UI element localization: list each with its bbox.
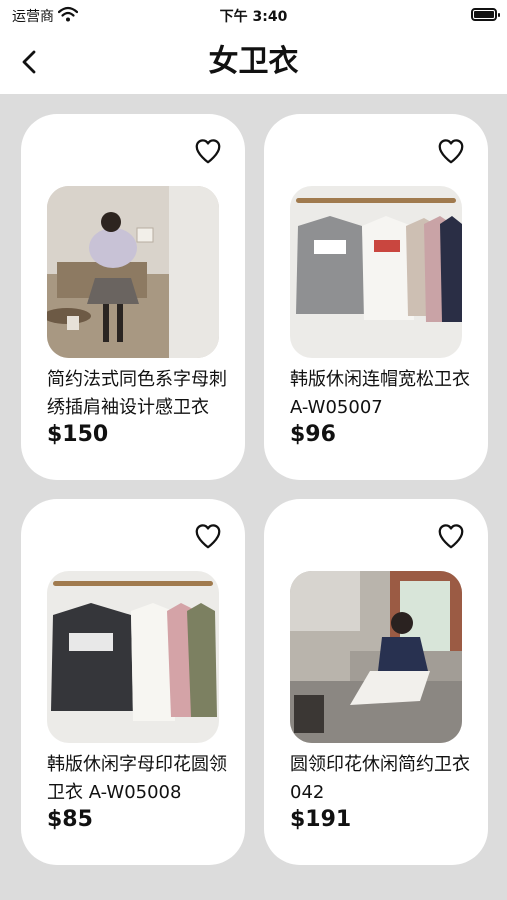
- product-grid: 简约法式同色系字母刺绣插肩袖设计感卫衣 $150 韩版休闲连帽宽松卫衣 A-W0…: [0, 94, 507, 900]
- product-name: 圆领印花休闲简约卫衣 042: [290, 754, 470, 803]
- product-image: [47, 186, 219, 358]
- product-price: $191: [290, 807, 352, 832]
- product-card[interactable]: 圆领印花休闲简约卫衣 042 $191: [264, 499, 488, 865]
- favorite-heart-icon[interactable]: [193, 136, 223, 166]
- product-price: $150: [47, 422, 109, 447]
- favorite-heart-icon[interactable]: [436, 136, 466, 166]
- product-card[interactable]: 韩版休闲字母印花圆领卫衣 A-W05008 $85: [21, 499, 245, 865]
- product-image: [47, 571, 219, 743]
- battery-icon: [471, 8, 500, 21]
- product-image: [290, 571, 462, 743]
- product-card[interactable]: 韩版休闲连帽宽松卫衣 A-W05007 $96: [264, 114, 488, 480]
- page-title: 女卫衣: [208, 44, 299, 79]
- nav-bar: 女卫衣: [0, 30, 507, 94]
- product-name: 简约法式同色系字母刺绣插肩袖设计感卫衣: [47, 369, 227, 418]
- product-card[interactable]: 简约法式同色系字母刺绣插肩袖设计感卫衣 $150: [21, 114, 245, 480]
- status-bar: 运营商 下午 3:40: [0, 0, 507, 30]
- favorite-heart-icon[interactable]: [436, 521, 466, 551]
- product-price: $96: [290, 422, 336, 447]
- favorite-heart-icon[interactable]: [193, 521, 223, 551]
- product-name: 韩版休闲连帽宽松卫衣 A-W05007: [290, 369, 470, 418]
- status-time: 下午 3:40: [219, 9, 288, 25]
- product-image: [290, 186, 462, 358]
- product-price: $85: [47, 807, 93, 832]
- product-name: 韩版休闲字母印花圆领卫衣 A-W05008: [47, 754, 227, 803]
